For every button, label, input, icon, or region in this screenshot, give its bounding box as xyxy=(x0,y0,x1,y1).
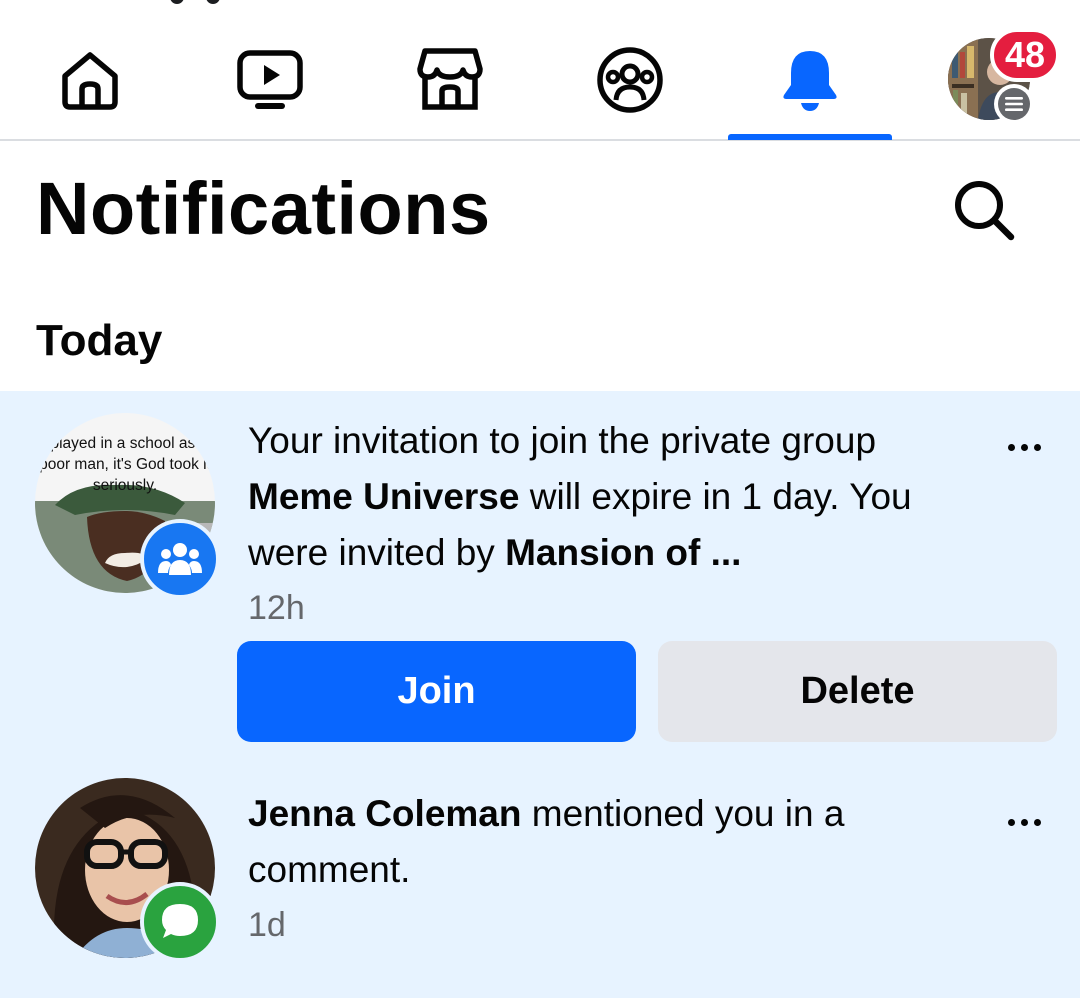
join-button[interactable]: Join xyxy=(237,641,636,742)
more-icon xyxy=(1007,443,1015,451)
group-name: Meme Universe xyxy=(248,476,520,517)
notification-item[interactable]: Jenna Coleman mentioned you in a comment… xyxy=(0,766,1080,998)
notification-text: Your invitation to join the private grou… xyxy=(248,420,912,573)
more-icon xyxy=(1007,818,1015,826)
tab-marketplace[interactable] xyxy=(390,30,510,130)
tab-video[interactable] xyxy=(210,30,330,130)
section-label-today: Today xyxy=(36,316,163,365)
tab-notifications[interactable] xyxy=(750,30,870,130)
notification-time: 12h xyxy=(248,589,305,627)
notification-text: Jenna Coleman mentioned you in a comment… xyxy=(248,793,845,890)
search-button[interactable] xyxy=(944,170,1024,250)
bell-icon xyxy=(783,51,837,111)
actor-name: Jenna Coleman xyxy=(248,793,522,834)
notification-time: 1d xyxy=(248,906,286,944)
comment-icon xyxy=(162,904,198,938)
top-navigation-bar: 48 xyxy=(0,0,1080,141)
tab-home[interactable] xyxy=(30,30,150,130)
notification-count-badge: 48 xyxy=(990,28,1060,82)
page-title: Notifications xyxy=(36,167,491,250)
group-badge xyxy=(140,519,220,599)
active-tab-indicator xyxy=(728,134,892,140)
hamburger-icon xyxy=(1005,97,1023,111)
tab-menu[interactable]: 48 xyxy=(946,28,1060,126)
comment-badge xyxy=(140,882,220,962)
groups-icon xyxy=(158,543,202,575)
groups-icon xyxy=(597,47,663,113)
more-options-button[interactable] xyxy=(994,802,1054,842)
marketplace-icon xyxy=(417,48,483,110)
inviter-name: Mansion of ... xyxy=(505,532,742,573)
notification-item[interactable]: I played in a school as a poor man, it's… xyxy=(0,391,1080,766)
search-icon xyxy=(955,181,1015,241)
thumbnail-caption: I played in a school as a poor man, it's… xyxy=(39,435,211,494)
more-options-button[interactable] xyxy=(994,427,1054,467)
video-icon xyxy=(237,50,303,109)
home-icon xyxy=(62,52,118,110)
tab-groups[interactable] xyxy=(570,30,690,130)
status-bar-fragment xyxy=(150,0,240,4)
menu-badge xyxy=(994,84,1034,124)
delete-button[interactable]: Delete xyxy=(658,641,1057,742)
